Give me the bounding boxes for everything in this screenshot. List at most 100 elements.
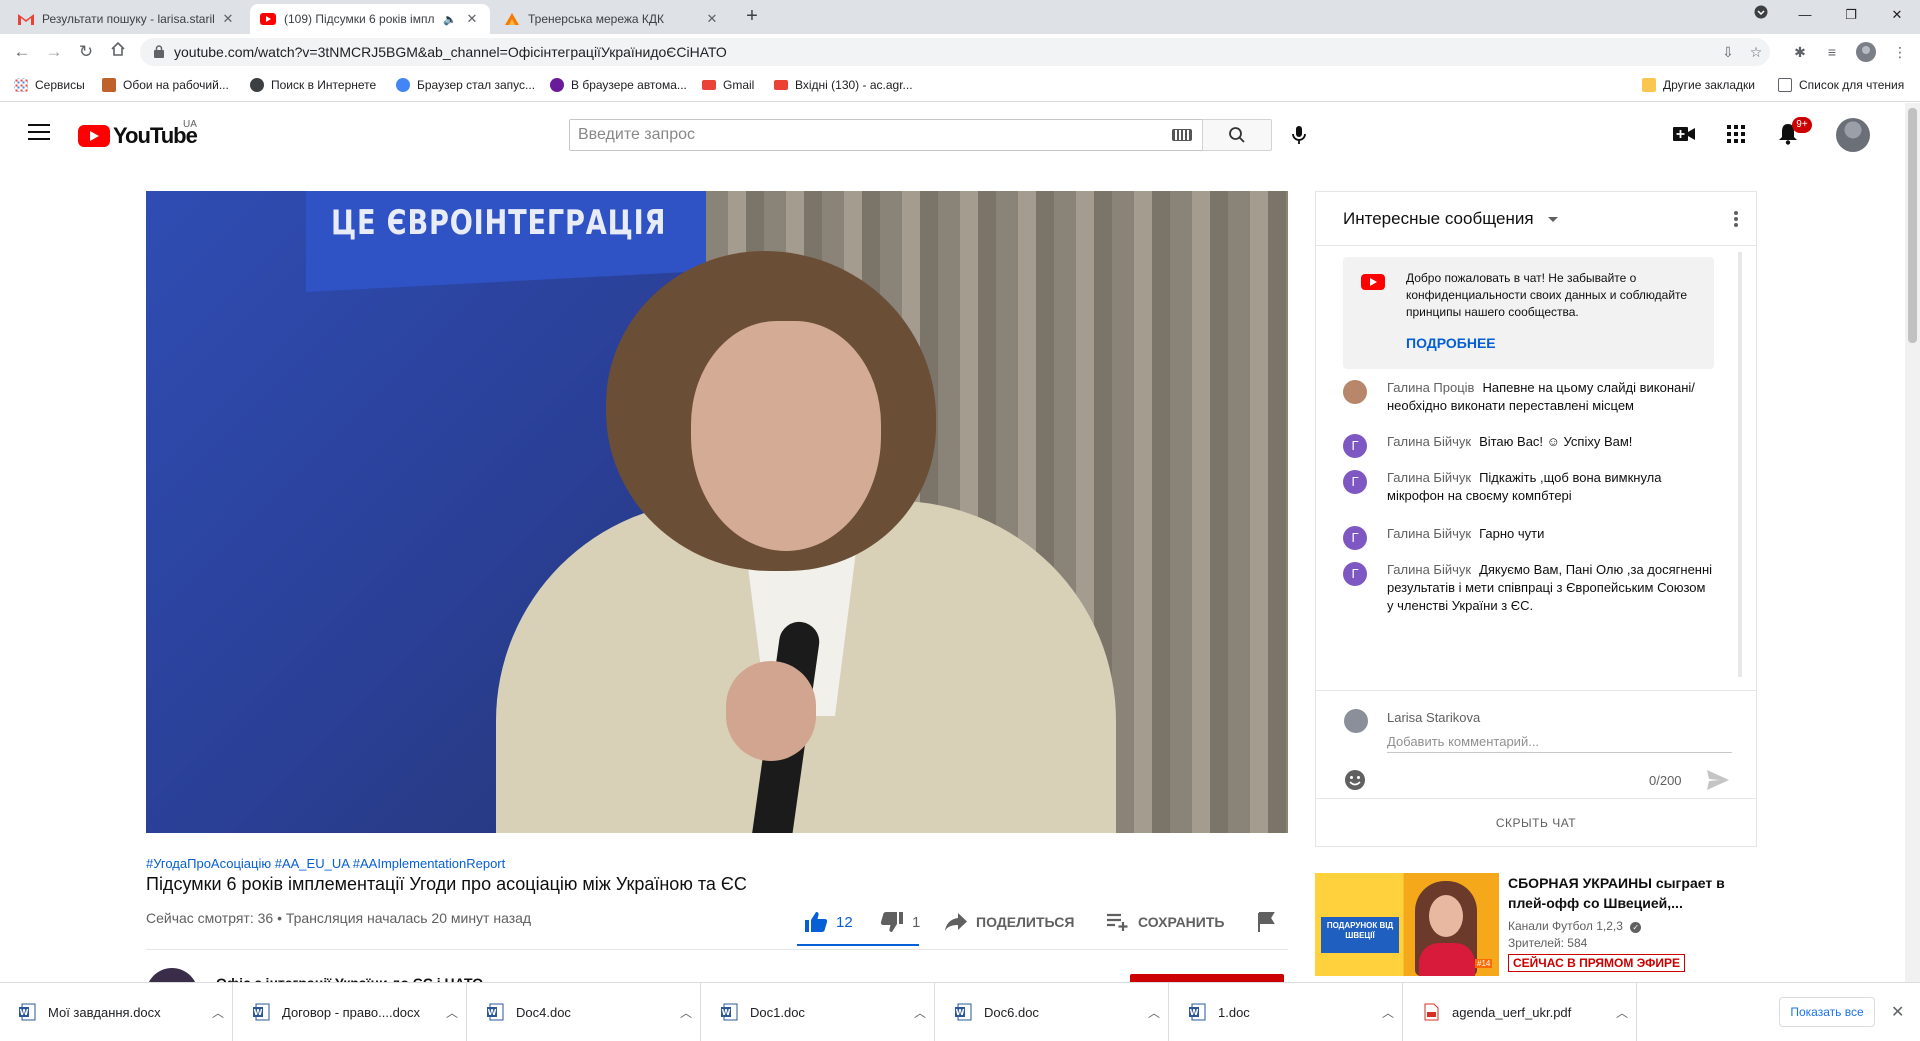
media-control-icon[interactable]: ≡ bbox=[1822, 42, 1842, 62]
address-bar[interactable]: youtube.com/watch?v=3tNMCRJ5BGM&ab_chann… bbox=[140, 38, 1770, 66]
user-avatar[interactable] bbox=[1343, 380, 1367, 404]
keyboard-icon[interactable] bbox=[1172, 129, 1192, 141]
youtube-logo[interactable]: YouTube UA bbox=[78, 119, 198, 149]
lock-icon[interactable] bbox=[154, 45, 164, 63]
download-item[interactable]: W 1.doc ︿ bbox=[1170, 983, 1403, 1041]
forward-button[interactable]: → bbox=[42, 40, 66, 64]
page-scrollbar[interactable] bbox=[1905, 103, 1920, 982]
bookmark-web-search[interactable]: Поиск в Интернете bbox=[250, 78, 376, 92]
chat-scrollbar[interactable] bbox=[1738, 252, 1742, 677]
create-video-icon[interactable] bbox=[1672, 122, 1696, 146]
recommended-video[interactable]: ПОДАРУНОК ВІД ШВЕЦІЇ #14 СБОРНАЯ УКРАИНЫ… bbox=[1315, 873, 1755, 983]
chat-message[interactable]: Галина Проців Напевне на цьому слайді вик… bbox=[1343, 379, 1713, 415]
bookmark-browser-auto[interactable]: В браузере автома... bbox=[550, 78, 687, 92]
install-app-icon[interactable]: ⇩ bbox=[1718, 42, 1738, 62]
chat-message[interactable]: Г Галина Бійчук Гарно чути bbox=[1343, 525, 1713, 550]
profile-avatar-icon[interactable] bbox=[1856, 42, 1876, 62]
emoji-icon[interactable] bbox=[1344, 769, 1366, 791]
other-bookmarks-folder[interactable]: Другие закладки bbox=[1642, 78, 1755, 92]
tab-search-icon[interactable] bbox=[1738, 0, 1784, 30]
back-button[interactable]: ← bbox=[10, 40, 34, 64]
new-tab-button[interactable]: + bbox=[738, 5, 766, 29]
download-item[interactable]: W Doc6.doc ︿ bbox=[936, 983, 1169, 1041]
chevron-up-icon[interactable]: ︿ bbox=[1140, 1004, 1168, 1021]
bookmark-inbox[interactable]: Вхідні (130) - ac.agr... bbox=[774, 78, 913, 92]
recommended-thumbnail[interactable]: ПОДАРУНОК ВІД ШВЕЦІЇ #14 bbox=[1315, 873, 1499, 976]
tab-gmail-search[interactable]: Результати пошуку - larisa.starik ✕ bbox=[8, 4, 246, 34]
save-button[interactable]: СОХРАНИТЬ bbox=[1106, 905, 1224, 939]
show-all-downloads-button[interactable]: Показать все bbox=[1779, 997, 1875, 1027]
learn-more-link[interactable]: ПОДРОБНЕЕ bbox=[1406, 335, 1496, 351]
message-author[interactable]: Галина Проців bbox=[1387, 380, 1474, 395]
chat-comment-input[interactable] bbox=[1387, 731, 1732, 753]
bookmark-gmail[interactable]: Gmail bbox=[702, 78, 754, 92]
more-options-icon[interactable] bbox=[1726, 209, 1746, 229]
chevron-down-icon[interactable] bbox=[1548, 217, 1558, 222]
chat-message-list[interactable]: Добро пожаловать в чат! Не забывайте о к… bbox=[1316, 247, 1756, 689]
chevron-up-icon[interactable]: ︿ bbox=[1608, 1004, 1636, 1021]
tab-kdk[interactable]: Тренерська мережа КДК ✕ bbox=[494, 4, 730, 34]
chevron-up-icon[interactable]: ︿ bbox=[672, 1004, 700, 1021]
restore-window-button[interactable]: ❐ bbox=[1828, 0, 1874, 30]
chevron-up-icon[interactable]: ︿ bbox=[438, 1004, 466, 1021]
browser-menu-icon[interactable]: ⋮ bbox=[1890, 42, 1910, 62]
like-button[interactable]: 12 bbox=[804, 905, 853, 939]
user-avatar[interactable]: Г bbox=[1343, 470, 1367, 494]
chat-message[interactable]: Г Галина Бійчук Підкажіть ,щоб вона вимкн… bbox=[1343, 469, 1713, 505]
recommended-channel[interactable]: Канали Футбол 1,2,3 ✓ bbox=[1508, 919, 1642, 933]
video-hashtags[interactable]: #УгодаПроАсоціацію #AA_EU_UA #AAImplemen… bbox=[146, 856, 505, 871]
close-tab-icon[interactable]: ✕ bbox=[704, 11, 720, 27]
chevron-up-icon[interactable]: ︿ bbox=[204, 1004, 232, 1021]
bookmark-services[interactable]: Сервисы bbox=[14, 78, 85, 92]
menu-icon[interactable] bbox=[28, 124, 50, 142]
url-text[interactable]: youtube.com/watch?v=3tNMCRJ5BGM&ab_chann… bbox=[174, 44, 727, 60]
microphone-icon[interactable] bbox=[1287, 123, 1311, 147]
chevron-up-icon[interactable]: ︿ bbox=[1374, 1004, 1402, 1021]
bookmark-wallpapers[interactable]: Обои на рабочий... bbox=[102, 78, 229, 92]
send-icon[interactable] bbox=[1706, 769, 1730, 791]
close-window-button[interactable]: ✕ bbox=[1874, 0, 1920, 30]
message-author[interactable]: Галина Бійчук bbox=[1387, 526, 1471, 541]
apps-grid-icon[interactable] bbox=[1724, 122, 1748, 146]
dislike-button[interactable]: 1 bbox=[880, 905, 920, 939]
chat-mode-dropdown[interactable]: Интересные сообщения bbox=[1343, 209, 1534, 229]
close-icon[interactable]: ✕ bbox=[1891, 1002, 1904, 1022]
message-author[interactable]: Галина Бійчук bbox=[1387, 562, 1471, 577]
report-button[interactable] bbox=[1258, 905, 1284, 939]
minimize-window-button[interactable]: — bbox=[1782, 0, 1828, 30]
user-avatar[interactable]: Г bbox=[1343, 562, 1367, 586]
bookmark-star-icon[interactable]: ☆ bbox=[1746, 42, 1766, 62]
home-button[interactable] bbox=[106, 40, 130, 64]
notification-count-badge[interactable]: 9+ bbox=[1792, 117, 1812, 133]
chat-message[interactable]: Г Галина Бійчук Дякуємо Вам, Пані Олю ,за… bbox=[1343, 561, 1713, 615]
video-player[interactable]: ЦЕ ЄВРОІНТЕГРАЦІЯ bbox=[146, 191, 1288, 833]
close-tab-icon[interactable]: ✕ bbox=[220, 11, 236, 27]
hide-chat-button[interactable]: СКРЫТЬ ЧАТ bbox=[1316, 798, 1756, 846]
bookmark-browser-startup[interactable]: Браузер стал запус... bbox=[396, 78, 535, 92]
search-button[interactable] bbox=[1202, 119, 1272, 151]
gmail-icon bbox=[18, 11, 34, 27]
user-avatar[interactable]: Г bbox=[1343, 434, 1367, 458]
user-avatar[interactable]: Г bbox=[1343, 526, 1367, 550]
search-input[interactable] bbox=[570, 120, 1130, 150]
message-author[interactable]: Галина Бійчук bbox=[1387, 470, 1471, 485]
download-item[interactable]: W Мої завдання.docx ︿ bbox=[0, 983, 233, 1041]
chevron-up-icon[interactable]: ︿ bbox=[906, 1004, 934, 1021]
reload-button[interactable]: ↻ bbox=[74, 40, 98, 64]
download-item[interactable]: W Договор - право....docx ︿ bbox=[234, 983, 467, 1041]
message-author[interactable]: Галина Бійчук bbox=[1387, 434, 1471, 449]
recommended-title[interactable]: СБОРНАЯ УКРАИНЫ сыграет в плей-офф со Шв… bbox=[1508, 873, 1748, 913]
reading-list[interactable]: Список для чтения bbox=[1778, 78, 1904, 92]
download-item[interactable]: W Doc4.doc ︿ bbox=[468, 983, 701, 1041]
close-tab-icon[interactable]: ✕ bbox=[464, 11, 480, 27]
share-button[interactable]: ПОДЕЛИТЬСЯ bbox=[944, 905, 1074, 939]
search-box[interactable] bbox=[569, 119, 1203, 151]
scrollbar-thumb[interactable] bbox=[1908, 108, 1917, 343]
extensions-icon[interactable]: ✱ bbox=[1790, 42, 1810, 62]
download-item[interactable]: W Doc1.doc ︿ bbox=[702, 983, 935, 1041]
chat-message[interactable]: Г Галина Бійчук Вітаю Вас! ☺ Успіху Вам! bbox=[1343, 433, 1713, 458]
tab-youtube-video[interactable]: (109) Підсумки 6 років імпл 🔈 ✕ bbox=[250, 4, 490, 34]
account-avatar[interactable] bbox=[1836, 118, 1870, 152]
speaker-icon[interactable]: 🔈 bbox=[442, 13, 458, 26]
download-item[interactable]: agenda_uerf_ukr.pdf ︿ bbox=[1404, 983, 1637, 1041]
